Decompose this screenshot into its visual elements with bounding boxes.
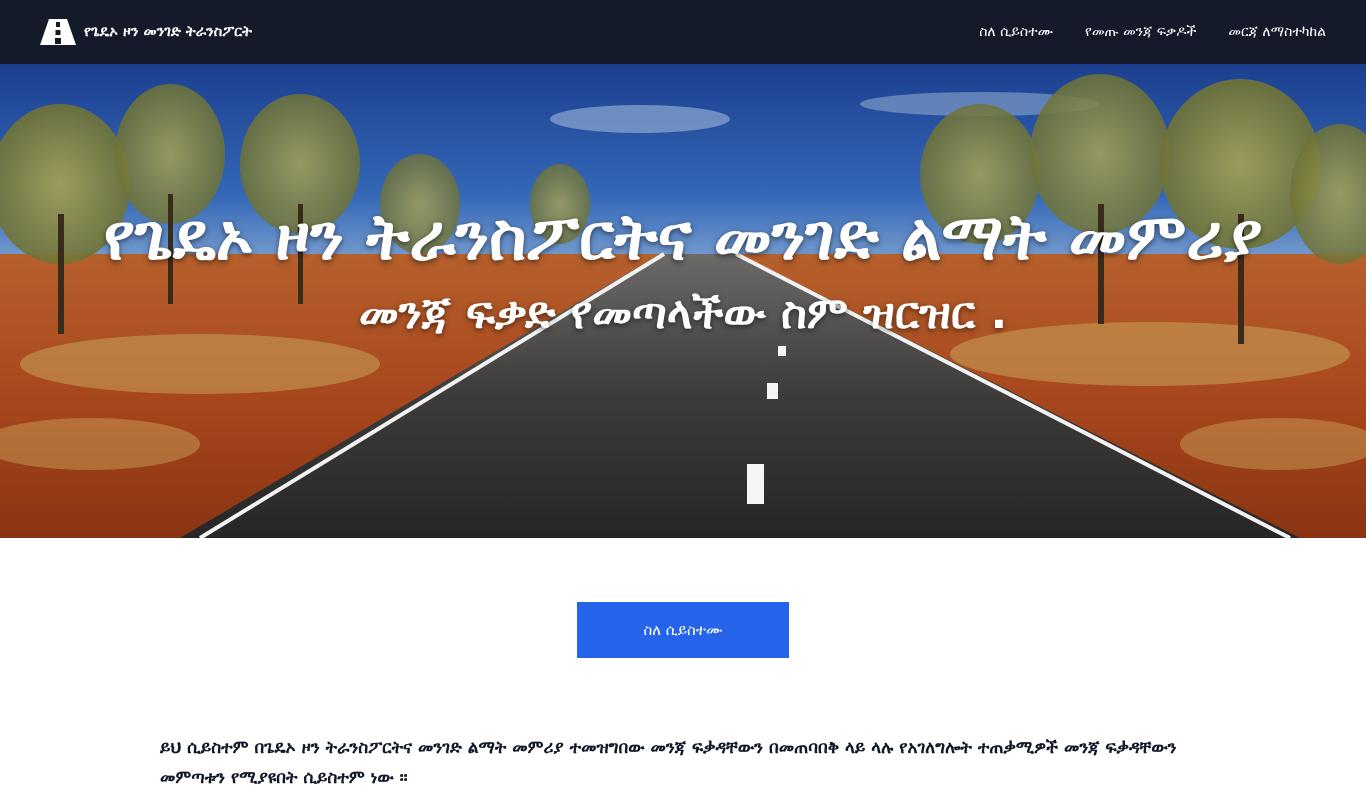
about-system-button[interactable]: ስለ ሲይስተሙ [577,602,789,658]
brand-name: የጌዴኦ ዞን መንገድ ትራንስፖርት [84,24,252,40]
top-navbar: የጌዴኦ ዞን መንገድ ትራንስፖርት ስለ ሲይስተሙ የመጡ መንጃ ፍቃ… [0,0,1366,64]
hero-subtitle: መንጃ ፍቃድ የመጣላችው ስም ዝርዝር . [358,288,1008,339]
nav-link-about-system[interactable]: ስለ ሲይስተሙ [979,24,1053,40]
main-nav: ስለ ሲይስተሙ የመጡ መንጃ ፍቃዶች መርጃ ለማስተካከል [947,24,1326,40]
nav-link-edit-data[interactable]: መርጃ ለማስተካከል [1228,24,1326,40]
hero-title: የጌዴኦ ዞን ትራንስፖርትና መንገድ ልማት መምሪያ [103,201,1263,275]
road-icon [40,19,76,45]
system-description: ይህ ሲይስተም በጌዴኦ ዞን ትራንስፖርትና መንገድ ልማት መምሪያ … [160,738,1177,788]
brand-link[interactable]: የጌዴኦ ዞን መንገድ ትራንስፖርት [40,19,252,45]
hero-banner: የጌዴኦ ዞን ትራንስፖርትና መንገድ ልማት መምሪያ መንጃ ፍቃድ የ… [0,64,1366,538]
nav-link-arrived-licenses[interactable]: የመጡ መንጃ ፍቃዶች [1085,24,1196,40]
